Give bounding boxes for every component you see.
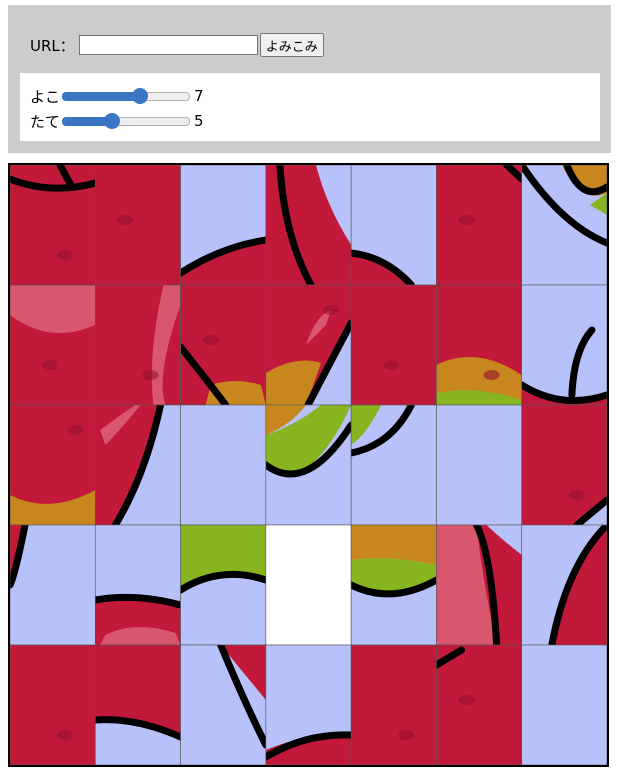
- url-label: URL：: [30, 36, 75, 55]
- puzzle-tile[interactable]: [350, 284, 437, 406]
- puzzle-tile[interactable]: [521, 165, 607, 286]
- puzzle-tile[interactable]: [180, 524, 267, 646]
- puzzle-tile[interactable]: [436, 165, 523, 286]
- puzzle-tile[interactable]: [436, 284, 523, 406]
- puzzle-tile[interactable]: [180, 644, 267, 765]
- puzzle-tile[interactable]: [10, 284, 96, 406]
- puzzle-tile[interactable]: [180, 404, 267, 526]
- puzzle-tile[interactable]: [350, 165, 437, 286]
- puzzle-tile[interactable]: [436, 524, 523, 646]
- puzzle-tile[interactable]: [521, 404, 607, 526]
- puzzle-tile[interactable]: [521, 644, 607, 765]
- rows-value: 5: [194, 112, 204, 130]
- load-button[interactable]: よみこみ: [259, 33, 324, 57]
- puzzle-tile[interactable]: [180, 165, 267, 286]
- rows-label: たて: [30, 112, 61, 131]
- puzzle-tile[interactable]: [521, 284, 607, 406]
- puzzle-tile[interactable]: [265, 284, 352, 406]
- puzzle-tile[interactable]: [10, 165, 96, 286]
- puzzle-tile[interactable]: [350, 404, 437, 526]
- rows-slider-thumb[interactable]: [104, 113, 121, 129]
- columns-slider-row: よこ 7: [30, 86, 204, 106]
- puzzle-board: [8, 163, 609, 767]
- puzzle-tile[interactable]: [265, 165, 352, 286]
- url-row: URL： よみこみ: [30, 31, 324, 59]
- puzzle-tile[interactable]: [265, 644, 352, 765]
- puzzle-tile[interactable]: [350, 644, 437, 765]
- puzzle-tile[interactable]: [94, 404, 181, 526]
- puzzle-tile[interactable]: [10, 524, 96, 646]
- puzzle-tile[interactable]: [180, 284, 267, 406]
- control-panel: URL： よみこみ よこ 7 たて 5: [8, 5, 611, 153]
- puzzle-tile[interactable]: [94, 284, 181, 406]
- puzzle-tile[interactable]: [521, 524, 607, 646]
- puzzle-tile[interactable]: [94, 165, 181, 286]
- puzzle-tile[interactable]: [10, 404, 96, 526]
- puzzle-tile[interactable]: [350, 524, 437, 646]
- columns-slider-thumb[interactable]: [132, 88, 149, 104]
- puzzle-tile[interactable]: [94, 644, 181, 765]
- columns-label: よこ: [30, 87, 61, 106]
- columns-slider[interactable]: [62, 86, 191, 106]
- puzzle-tile[interactable]: [436, 644, 523, 765]
- slider-box: よこ 7 たて 5: [20, 73, 600, 141]
- rows-slider[interactable]: [62, 111, 191, 131]
- puzzle-tile[interactable]: [265, 404, 352, 526]
- url-input[interactable]: [78, 35, 258, 55]
- empty-tile[interactable]: [265, 524, 352, 646]
- puzzle-tile[interactable]: [436, 404, 523, 526]
- rows-slider-row: たて 5: [30, 111, 204, 131]
- puzzle-tile[interactable]: [94, 524, 181, 646]
- puzzle-tile[interactable]: [10, 644, 96, 765]
- columns-value: 7: [194, 87, 204, 105]
